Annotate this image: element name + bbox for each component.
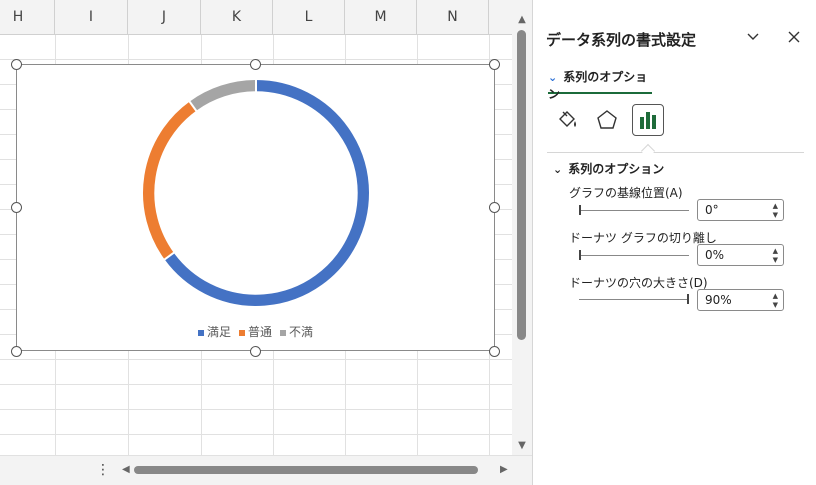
legend-swatch (197, 329, 204, 336)
scroll-right-arrow-icon[interactable]: ▶ (500, 464, 508, 475)
legend-item[interactable]: 満足 (197, 323, 231, 340)
grid-row-line (0, 409, 512, 410)
slider-first-slice-angle[interactable] (579, 205, 689, 215)
resize-handle-top-left[interactable] (11, 59, 22, 70)
legend-label: 不満 (289, 325, 314, 339)
slider-thumb[interactable] (579, 205, 581, 215)
legend-swatch (280, 329, 286, 336)
column-header-i[interactable]: I (55, 0, 128, 35)
spreadsheet-area: H I J K L M N 満足 普通 不満 (0, 0, 512, 485)
slider-donut-explosion[interactable] (579, 250, 689, 260)
tab-label: 系列のオプション (548, 70, 648, 101)
label-donut-explosion: ドーナツ グラフの切り離し (569, 231, 717, 245)
scroll-down-arrow-icon[interactable]: ▼ (512, 440, 532, 451)
tab-series-options[interactable]: ⌄ 系列のオプション (548, 68, 652, 101)
horizontal-scroll-thumb[interactable] (134, 466, 478, 474)
donut-chart[interactable] (17, 65, 496, 352)
fill-bucket-icon[interactable] (551, 104, 583, 136)
grid-row-line (0, 384, 512, 385)
column-header-m[interactable]: M (345, 0, 417, 35)
resize-handle-left[interactable] (11, 202, 22, 213)
vertical-scrollbar[interactable]: ▲ ▼ (512, 0, 532, 455)
scroll-left-arrow-icon[interactable]: ◀ (122, 464, 130, 475)
horizontal-scrollbar[interactable]: ⋮ ◀ ▶ (0, 455, 532, 485)
donut-slice-0[interactable] (164, 80, 369, 306)
donut-slice-1[interactable] (143, 101, 197, 260)
resize-handle-bottom[interactable] (250, 346, 261, 357)
vertical-scroll-thumb[interactable] (517, 30, 526, 340)
resize-handle-top[interactable] (250, 59, 261, 70)
close-icon[interactable] (782, 26, 806, 50)
column-header-row: H I J K L M N (0, 0, 512, 35)
spin-up-icon[interactable]: ▲ (773, 292, 778, 300)
chart-legend[interactable]: 満足 普通 不満 (17, 323, 494, 340)
slider-thumb[interactable] (579, 250, 581, 260)
resize-handle-top-right[interactable] (489, 59, 500, 70)
donut-slice-2[interactable] (189, 80, 257, 111)
input-donut-explosion[interactable]: 0% ▲ ▼ (697, 244, 784, 266)
chevron-down-icon[interactable] (741, 26, 765, 50)
pane-title: データ系列の書式設定 (546, 31, 697, 49)
spin-down-icon[interactable]: ▼ (773, 256, 778, 264)
spin-value[interactable]: 90% (705, 293, 732, 307)
divider (547, 152, 804, 153)
chevron-down-icon: ⌄ (553, 163, 563, 176)
spin-value[interactable]: 0% (705, 248, 724, 262)
legend-swatch (238, 329, 245, 336)
split-handle-icon[interactable]: ⋮ (96, 462, 110, 478)
slider-thumb[interactable] (687, 294, 689, 304)
section-title: 系列のオプション (568, 162, 665, 176)
label-donut-hole-size: ドーナツの穴の大きさ(D) (569, 276, 708, 290)
grid-row-line (0, 434, 512, 435)
bar-chart-icon[interactable] (632, 104, 664, 136)
legend-item[interactable]: 不満 (280, 323, 313, 340)
pentagon-icon[interactable] (591, 104, 623, 136)
chevron-down-icon: ⌄ (548, 71, 558, 84)
spin-up-icon[interactable]: ▲ (773, 247, 778, 255)
spin-up-icon[interactable]: ▲ (773, 202, 778, 210)
chart-area[interactable]: 満足 普通 不満 (16, 64, 495, 351)
slider-track (579, 255, 689, 256)
legend-item[interactable]: 普通 (238, 323, 272, 340)
legend-label: 普通 (247, 325, 272, 339)
slider-track (579, 210, 689, 211)
input-donut-hole-size[interactable]: 90% ▲ ▼ (697, 289, 784, 311)
column-header-n[interactable]: N (417, 0, 489, 35)
resize-handle-right[interactable] (489, 202, 500, 213)
resize-handle-bottom-left[interactable] (11, 346, 22, 357)
format-data-series-pane: データ系列の書式設定 ⌄ 系列のオプション ⌄ 系列のオプション グラフの基線位… (532, 0, 816, 485)
label-first-slice-angle: グラフの基線位置(A) (569, 186, 683, 200)
spin-down-icon[interactable]: ▼ (773, 211, 778, 219)
column-header-j[interactable]: J (128, 0, 201, 35)
column-header-l[interactable]: L (273, 0, 345, 35)
legend-label: 満足 (206, 325, 231, 339)
spin-down-icon[interactable]: ▼ (773, 301, 778, 309)
spin-value[interactable]: 0° (705, 203, 719, 217)
grid-row-line (0, 359, 512, 360)
app-window: H I J K L M N 満足 普通 不満 ▲ ▼ ⋮ ◀ ▶ データ系列の書… (0, 0, 816, 485)
slider-track (579, 299, 689, 300)
input-first-slice-angle[interactable]: 0° ▲ ▼ (697, 199, 784, 221)
slider-donut-hole-size[interactable] (579, 294, 689, 304)
tab-pointer (640, 143, 656, 159)
resize-handle-bottom-right[interactable] (489, 346, 500, 357)
section-series-options[interactable]: ⌄ 系列のオプション (553, 160, 664, 177)
column-header-h[interactable]: H (0, 0, 55, 35)
scroll-up-arrow-icon[interactable]: ▲ (512, 14, 532, 25)
column-header-k[interactable]: K (201, 0, 273, 35)
